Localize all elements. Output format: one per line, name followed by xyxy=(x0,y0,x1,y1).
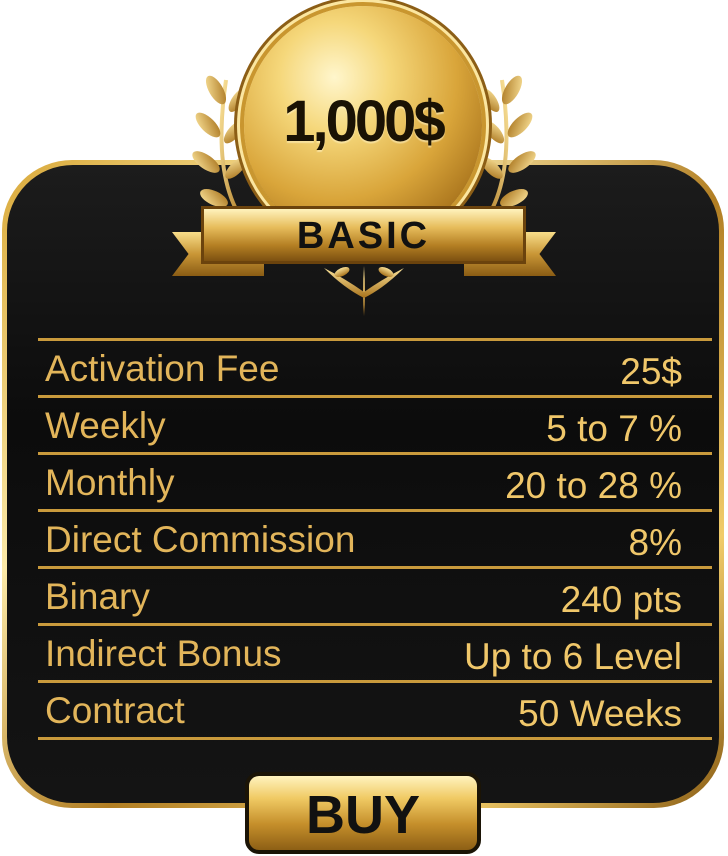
feature-value: 8% xyxy=(628,522,682,563)
feature-value: 240 pts xyxy=(560,579,682,620)
feature-label: Weekly xyxy=(45,405,166,446)
feature-row: Weekly 5 to 7 % xyxy=(38,395,712,452)
feature-row: Monthly 20 to 28 % xyxy=(38,452,712,509)
buy-button-label: BUY xyxy=(305,785,420,845)
feature-row: Activation Fee 25$ xyxy=(38,338,712,395)
feature-label: Binary xyxy=(45,576,150,617)
feature-value: 50 Weeks xyxy=(518,693,682,734)
feature-label: Activation Fee xyxy=(45,348,280,389)
feature-row: Indirect Bonus Up to 6 Level xyxy=(38,623,712,680)
plan-name: BASIC xyxy=(296,215,431,257)
feature-row: Contract 50 Weeks xyxy=(38,680,712,740)
buy-button[interactable]: BUY xyxy=(245,772,481,854)
plan-price: 1,000$ xyxy=(283,89,445,154)
feature-label: Contract xyxy=(45,690,185,731)
feature-list: Activation Fee 25$ Weekly 5 to 7 % Month… xyxy=(38,338,712,740)
feature-value: 20 to 28 % xyxy=(505,465,682,506)
feature-value: 5 to 7 % xyxy=(546,408,682,449)
feature-row: Binary 240 pts xyxy=(38,566,712,623)
feature-label: Monthly xyxy=(45,462,175,503)
feature-label: Indirect Bonus xyxy=(45,633,282,674)
feature-label: Direct Commission xyxy=(45,519,356,560)
plan-ribbon: BASIC xyxy=(201,206,526,264)
ornament-icon xyxy=(324,266,404,316)
feature-row: Direct Commission 8% xyxy=(38,509,712,566)
feature-value: Up to 6 Level xyxy=(463,636,682,677)
feature-value: 25$ xyxy=(620,351,682,392)
